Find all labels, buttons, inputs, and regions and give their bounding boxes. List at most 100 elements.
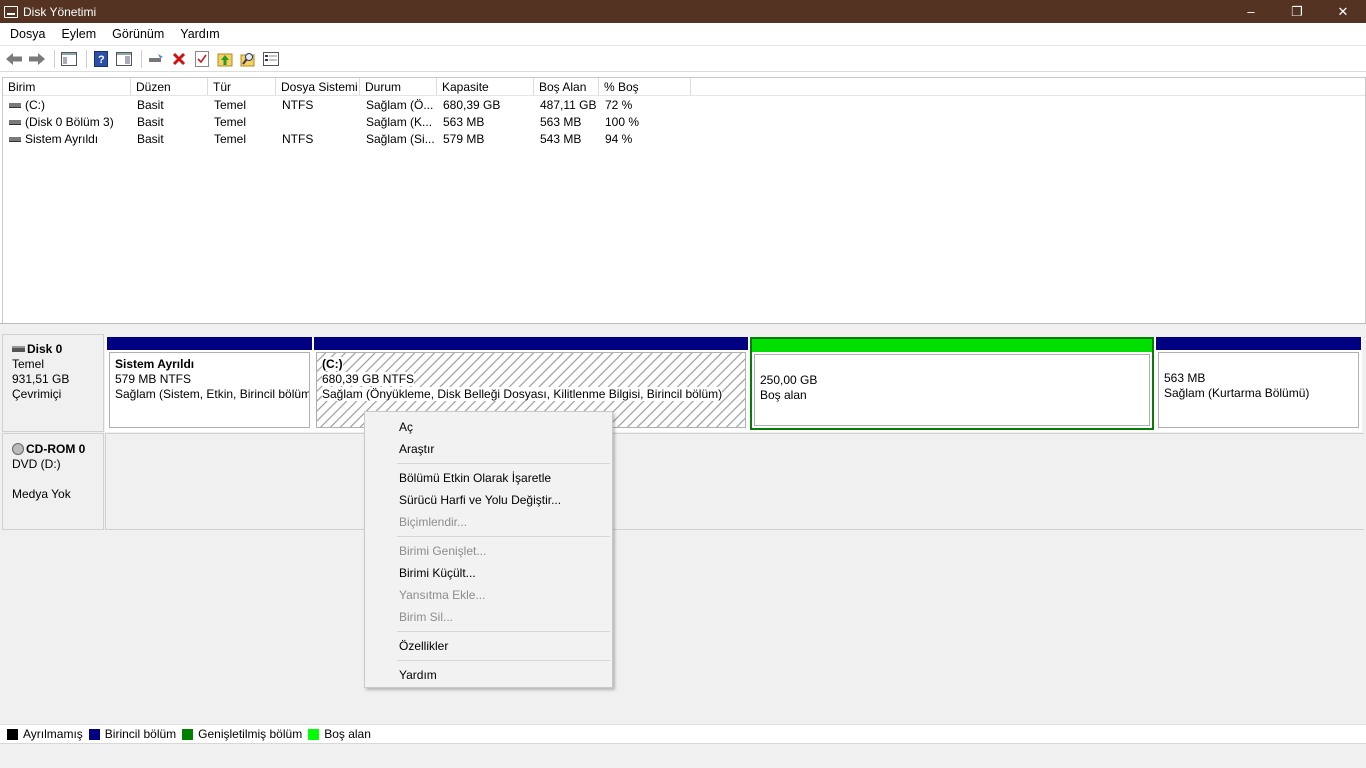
drive-icon: [9, 102, 21, 108]
window-title: Disk Yönetimi: [23, 4, 97, 19]
status-cell: Sağlam (Si...: [366, 131, 435, 146]
column-header-dosya-sistemi[interactable]: Dosya Sistemi: [276, 78, 360, 95]
capacity-cell: 563 MB: [443, 114, 485, 129]
disk-map-area: Disk 0 Temel 931,51 GB Çevrimiçi Sistem …: [0, 328, 1366, 743]
legend-primary: Birincil bölüm: [88, 727, 176, 741]
title-bar: Disk Yönetimi – ❐ ✕: [0, 0, 1366, 23]
menu-dosya[interactable]: Dosya: [0, 27, 53, 41]
menu-separator: [397, 631, 610, 632]
layout-cell: Basit: [137, 97, 164, 112]
partition-status: Boş alan: [760, 388, 807, 402]
toolbar-separator: [86, 49, 87, 68]
layout-cell: Basit: [137, 114, 164, 129]
legend-unallocated: Ayrılmamış: [7, 727, 83, 741]
legend-swatch: [7, 728, 18, 740]
table-row[interactable]: Sistem Ayrıldı Basit Temel NTFS Sağlam (…: [3, 130, 1365, 147]
toolbar-separator: [141, 49, 142, 68]
column-header-bos-alan[interactable]: Boş Alan: [534, 78, 599, 95]
capacity-cell: 680,39 GB: [443, 97, 501, 112]
legend-label: Genişletilmiş bölüm: [198, 727, 303, 741]
volume-name-cell: (Disk 0 Bölüm 3): [3, 115, 131, 129]
close-button[interactable]: ✕: [1320, 0, 1366, 23]
column-header-durum[interactable]: Durum: [360, 78, 437, 95]
minimize-button[interactable]: –: [1228, 0, 1274, 23]
legend-extended: Genişletilmiş bölüm: [182, 727, 302, 741]
partition-size: 250,00 GB: [760, 373, 818, 387]
disk-management-window: Disk Yönetimi – ❐ ✕ Dosya Eylem Görünüm …: [0, 0, 1366, 768]
menu-yardim[interactable]: Yardım: [172, 27, 227, 41]
menu-item-mark-active[interactable]: Bölümü Etkin Olarak İşaretle: [365, 467, 612, 489]
table-row[interactable]: (C:) Basit Temel NTFS Sağlam (Ö... 680,3…: [3, 96, 1365, 113]
toolbar: ?: [0, 45, 1366, 72]
console-tree-icon[interactable]: [59, 49, 79, 69]
delete-icon[interactable]: [169, 49, 189, 69]
properties-icon[interactable]: [261, 49, 281, 69]
check-icon[interactable]: [192, 49, 212, 69]
cdrom-0-label[interactable]: CD-ROM 0 DVD (D:) Medya Yok: [2, 433, 104, 530]
volume-name: (Disk 0 Bölüm 3): [25, 114, 114, 129]
drive-icon: [9, 119, 21, 125]
cdrom-title: CD-ROM 0: [12, 442, 103, 457]
menu-separator: [397, 463, 610, 464]
up-icon[interactable]: [215, 49, 235, 69]
percent-free-cell: 72 %: [605, 97, 633, 112]
status-cell: Sağlam (K...: [366, 114, 433, 129]
partition-size: 680,39 GB NTFS: [322, 372, 745, 387]
disk-0-label[interactable]: Disk 0 Temel 931,51 GB Çevrimiçi: [2, 334, 104, 432]
partition-status: Sağlam (Sistem, Etkin, Birincil bölüm): [115, 387, 310, 401]
menu-gorunum[interactable]: Görünüm: [104, 27, 172, 41]
partition-name: Sistem Ayrıldı: [115, 357, 195, 371]
menu-item-add-mirror: Yansıtma Ekle...: [399, 588, 486, 602]
column-header-kapasite[interactable]: Kapasite: [437, 78, 534, 95]
back-icon[interactable]: [4, 49, 24, 69]
legend-swatch: [88, 728, 100, 740]
column-header-duzen[interactable]: Düzen: [131, 78, 208, 95]
disk-0-partitions: Sistem Ayrıldı 579 MB NTFS Sağlam (Siste…: [105, 337, 1362, 432]
disk-size: 931,51 GB: [12, 372, 70, 386]
menu-item-help[interactable]: Yardım: [365, 664, 612, 686]
menu-item-explore[interactable]: Araştır: [365, 438, 612, 460]
menu-separator: [397, 660, 610, 661]
partition-status: Sağlam (Kurtarma Bölümü): [1164, 386, 1310, 400]
cdrom-0-media-area: [105, 433, 1364, 530]
menu-item-properties[interactable]: Özellikler: [365, 635, 612, 657]
primary-partition-bar: [107, 337, 312, 350]
disk-status: Çevrimiçi: [12, 387, 62, 401]
menu-item-open[interactable]: Aç: [365, 416, 612, 438]
partition-status: Sağlam (Önyükleme, Disk Belleği Dosyası,…: [322, 387, 745, 402]
partition-size: 579 MB NTFS: [115, 372, 192, 386]
table-row[interactable]: (Disk 0 Bölüm 3) Basit Temel Sağlam (K..…: [3, 113, 1365, 130]
legend-free-space: Boş alan: [308, 727, 371, 741]
column-header-tur[interactable]: Tür: [208, 78, 276, 95]
search-icon[interactable]: [238, 49, 258, 69]
drive-icon: [9, 136, 21, 142]
cdrom-status: Medya Yok: [12, 487, 71, 501]
legend-swatch: [182, 728, 194, 740]
disk-0-title: Disk 0: [12, 342, 103, 357]
menu-item-change-drive-letter[interactable]: Sürücü Harfi ve Yolu Değiştir...: [365, 489, 612, 511]
partition-system-reserved[interactable]: Sistem Ayrıldı 579 MB NTFS Sağlam (Siste…: [107, 337, 312, 430]
menu-item-shrink-volume[interactable]: Birimi Küçült...: [365, 562, 612, 584]
menu-eylem[interactable]: Eylem: [53, 27, 104, 41]
column-header-birim[interactable]: Birim: [3, 78, 131, 95]
free-space-bar: [752, 339, 1152, 352]
forward-icon[interactable]: [27, 49, 47, 69]
status-bar: [0, 743, 1366, 768]
disk-management-icon: [4, 5, 18, 18]
show-pane-icon[interactable]: [114, 49, 134, 69]
menu-item-delete-volume: Birim Sil...: [399, 610, 453, 624]
help-icon[interactable]: ?: [91, 49, 111, 69]
partition-recovery[interactable]: 563 MB Sağlam (Kurtarma Bölümü): [1156, 337, 1361, 430]
partition-size-text: 680,39 GB NTFS: [322, 372, 415, 386]
volume-list: Birim Düzen Tür Dosya Sistemi Durum Kapa…: [2, 77, 1366, 325]
connect-icon[interactable]: [146, 49, 166, 69]
partition-name: (C:): [322, 357, 745, 372]
cdrom-drive: DVD (D:): [12, 457, 61, 471]
column-header-yuzde-bos[interactable]: % Boş: [599, 78, 691, 95]
cdrom-name: CD-ROM 0: [26, 442, 86, 456]
restore-button[interactable]: ❐: [1274, 0, 1320, 23]
cdrom-0-row: CD-ROM 0 DVD (D:) Medya Yok: [2, 433, 1364, 530]
partition-free-space[interactable]: 250,00 GB Boş alan: [750, 337, 1154, 430]
volume-name-cell: (C:): [3, 98, 131, 112]
free-space-cell: 487,11 GB: [540, 97, 597, 112]
